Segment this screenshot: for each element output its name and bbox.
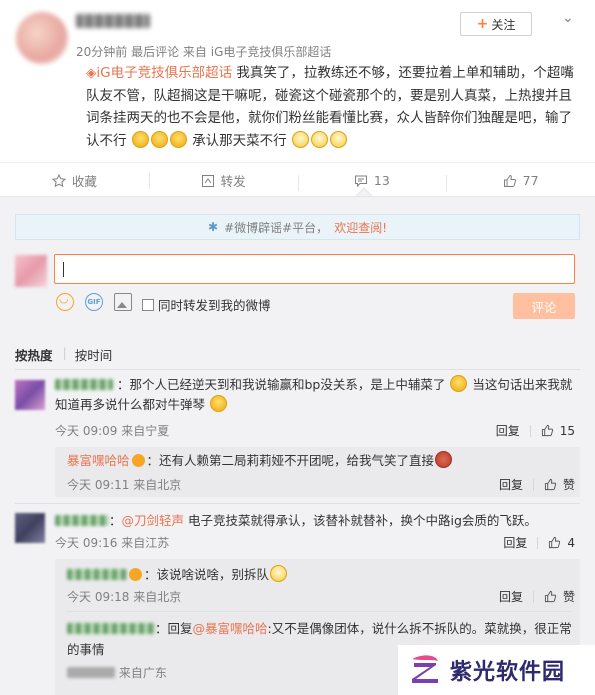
image-icon[interactable] bbox=[114, 293, 132, 311]
reply-button[interactable]: 回复 bbox=[503, 534, 527, 551]
comment-like-count: 15 bbox=[559, 423, 575, 438]
separator bbox=[532, 478, 534, 491]
watermark-logo-icon bbox=[412, 655, 438, 683]
comment-sort-tabs: 按热度 | 按时间 bbox=[15, 345, 122, 364]
separator bbox=[537, 536, 539, 549]
reply-text: ：该说啥说啥，别拆队 bbox=[67, 565, 572, 585]
author-avatar[interactable] bbox=[16, 12, 68, 64]
comment-text: ：那个人已经逆天到和我说输赢和bp没关系，是上中辅菜了 当这句话出来我就知道再多… bbox=[55, 375, 573, 412]
comment-actions: 回复 15 bbox=[496, 422, 575, 439]
comment-time: 今天 09:09 来自宁夏 bbox=[55, 424, 170, 438]
comment-text: ：@刀剑轻声 电子竞技菜就得承认，该替补就替补，换个中路ig会质的飞跃。 bbox=[55, 511, 575, 531]
reply-author[interactable] bbox=[67, 569, 127, 580]
reply-author[interactable]: 暴富嘿哈哈 bbox=[67, 453, 130, 468]
repost-checkbox[interactable] bbox=[142, 298, 154, 311]
vip-badge-icon bbox=[131, 454, 145, 467]
cry-laugh-emoji-icon bbox=[210, 395, 227, 412]
submit-comment-button[interactable]: 评论 bbox=[513, 293, 575, 319]
reply-button[interactable]: 回复 bbox=[499, 588, 523, 605]
reply-time: 今天 09:11 来自北京 bbox=[67, 478, 182, 492]
reply-actions: 回复 赞 bbox=[499, 476, 575, 493]
tab-sort-time[interactable]: 按时间 bbox=[75, 345, 123, 364]
thumbs-up-icon[interactable] bbox=[544, 590, 557, 603]
divider bbox=[15, 503, 580, 504]
repost-checkbox-row[interactable]: 同时转发到我的微博 bbox=[142, 295, 271, 314]
comment-time: 今天 09:16 来自江苏 bbox=[55, 536, 170, 550]
repost-button[interactable]: 转发 bbox=[148, 171, 298, 190]
like-label: 赞 bbox=[562, 590, 575, 604]
post-content: ◈iG电子竞技俱乐部超话 我真笑了，拉教练还不够，还要拉着上单和辅助，个超嘴队友… bbox=[86, 62, 580, 152]
like-label: 赞 bbox=[562, 478, 575, 492]
repost-icon bbox=[201, 174, 214, 187]
post-action-bar: 收藏 转发 13 77 bbox=[0, 162, 595, 198]
reply-author[interactable] bbox=[67, 623, 155, 634]
globe-icon: ✱ bbox=[208, 220, 219, 234]
smirk-emoji-icon bbox=[329, 130, 347, 148]
post-text-tail: 承认那天菜不行 bbox=[192, 132, 287, 149]
topic-diamond-icon: ◈ bbox=[86, 65, 97, 81]
rumor-notice-bar[interactable]: ✱ #微博辟谣#平台， 欢迎查阅! bbox=[15, 214, 580, 240]
laugh-emoji-icon bbox=[169, 130, 187, 148]
divider bbox=[67, 611, 572, 612]
reply-time: 来自广东 bbox=[67, 664, 167, 681]
star-icon bbox=[51, 173, 66, 187]
reply-button[interactable]: 回复 bbox=[499, 476, 523, 493]
follow-button[interactable]: + 关注 bbox=[460, 12, 532, 36]
angry-emoji-icon bbox=[435, 451, 453, 468]
laugh-emoji-icon bbox=[150, 130, 168, 148]
post-from-prefix: 来自 bbox=[182, 45, 207, 59]
comment-input[interactable] bbox=[54, 254, 575, 284]
comment-author[interactable] bbox=[55, 379, 113, 390]
watermark-text: 紫光软件园 bbox=[450, 660, 566, 685]
thumbs-up-icon[interactable] bbox=[544, 478, 557, 491]
comment-avatar[interactable] bbox=[15, 513, 45, 543]
laugh-emoji-icon bbox=[131, 130, 149, 148]
favorite-button[interactable]: 收藏 bbox=[0, 171, 149, 190]
mention-link[interactable]: @刀剑轻声 bbox=[122, 513, 185, 528]
reply-actions: 回复 赞 bbox=[499, 588, 575, 605]
author-name[interactable] bbox=[76, 14, 150, 28]
smirk-emoji-icon bbox=[310, 130, 328, 148]
chevron-down-icon[interactable]: ⌄ bbox=[562, 10, 574, 26]
tab-sort-hot[interactable]: 按热度 bbox=[15, 345, 63, 364]
thumbs-up-icon bbox=[503, 174, 516, 187]
reply-time: 今天 09:18 来自北京 bbox=[67, 590, 182, 604]
comment-button[interactable]: 13 bbox=[297, 173, 447, 191]
vip-badge-icon bbox=[129, 568, 142, 581]
separator bbox=[532, 590, 534, 603]
reply-button[interactable]: 回复 bbox=[496, 422, 520, 439]
like-button[interactable]: 77 bbox=[446, 173, 595, 191]
reply-time-blurred bbox=[67, 667, 115, 678]
comment-avatar[interactable] bbox=[15, 380, 45, 410]
comment-like-count: 4 bbox=[567, 535, 575, 550]
post-source-link[interactable]: iG电子竞技俱乐部超话 bbox=[211, 45, 332, 59]
post-meta: 20分钟前 最后评论 来自 iG电子竞技俱乐部超话 bbox=[76, 43, 331, 60]
reply-text: 暴富嘿哈哈 ：还有人赖第二局莉莉娅不开团呢，给我气笑了直接 bbox=[67, 451, 572, 471]
post-time: 20分钟前 最后评论 bbox=[76, 45, 180, 59]
comment-author[interactable] bbox=[55, 515, 109, 526]
comment-panel: ✱ #微博辟谣#平台， 欢迎查阅! GIF 同时转发到我的微博 评论 按热度 |… bbox=[0, 196, 595, 695]
follow-label: 关注 bbox=[491, 17, 516, 32]
mention-link[interactable]: @暴富嘿哈哈 bbox=[193, 621, 268, 636]
separator bbox=[529, 424, 531, 437]
comment-actions: 回复 4 bbox=[503, 534, 575, 551]
notice-link[interactable]: 欢迎查阅! bbox=[334, 219, 387, 236]
watermark: 紫光软件园 bbox=[398, 645, 595, 695]
thumbs-up-icon[interactable] bbox=[548, 536, 561, 549]
smirk-emoji-icon bbox=[270, 565, 288, 582]
my-avatar bbox=[15, 255, 47, 287]
gif-icon[interactable]: GIF bbox=[85, 293, 103, 311]
comment-icon bbox=[354, 175, 367, 187]
weibo-post: 20分钟前 最后评论 来自 iG电子竞技俱乐部超话 + 关注 ⌄ ◈iG电子竞技… bbox=[0, 0, 595, 162]
emoji-icon[interactable] bbox=[56, 292, 74, 311]
topic-link[interactable]: ◈iG电子竞技俱乐部超话 bbox=[86, 65, 236, 81]
plus-icon: + bbox=[476, 16, 489, 32]
sort-separator: | bbox=[62, 345, 67, 360]
smirk-emoji-icon bbox=[291, 130, 309, 148]
cry-laugh-emoji-icon bbox=[450, 375, 468, 392]
thumbs-up-icon[interactable] bbox=[541, 424, 554, 437]
divider bbox=[15, 369, 580, 370]
